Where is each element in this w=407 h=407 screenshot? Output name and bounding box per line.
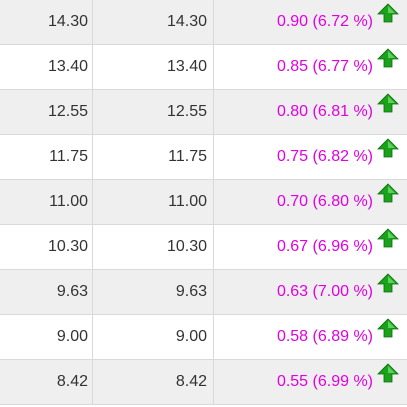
table-row: 9.00 9.00 0.58 (6.89 %) — [0, 315, 407, 360]
change-cell: 0.90 (6.72 %) — [214, 0, 407, 44]
table-row: 11.00 11.00 0.70 (6.80 %) — [0, 180, 407, 225]
price-cell: 13.40 — [0, 45, 93, 89]
change-cell: 0.80 (6.81 %) — [214, 90, 407, 134]
price-cell: 11.00 — [93, 180, 214, 224]
price-cell: 14.30 — [93, 0, 214, 44]
change-value: 0.63 (7.00 %) — [276, 283, 373, 300]
up-arrow-icon — [377, 318, 399, 338]
table-row: 14.30 14.30 0.90 (6.72 %) — [0, 0, 407, 45]
up-arrow-icon — [377, 93, 399, 113]
price-cell: 11.75 — [0, 135, 93, 179]
change-value: 0.67 (6.96 %) — [276, 238, 373, 255]
table-row: 9.63 9.63 0.63 (7.00 %) — [0, 270, 407, 315]
change-cell: 0.75 (6.82 %) — [214, 135, 407, 179]
change-value: 0.58 (6.89 %) — [276, 328, 373, 345]
up-arrow-icon — [377, 228, 399, 248]
price-cell: 10.30 — [93, 225, 214, 269]
change-value: 0.75 (6.82 %) — [276, 148, 373, 165]
price-cell: 8.42 — [93, 360, 214, 404]
price-cell: 9.63 — [0, 270, 93, 314]
price-cell: 12.55 — [93, 90, 214, 134]
up-arrow-icon — [377, 363, 399, 383]
change-value: 0.85 (6.77 %) — [276, 58, 373, 75]
table-row: 13.40 13.40 0.85 (6.77 %) — [0, 45, 407, 90]
price-cell: 13.40 — [93, 45, 214, 89]
change-cell: 0.67 (6.96 %) — [214, 225, 407, 269]
up-arrow-icon — [377, 138, 399, 158]
change-cell: 0.70 (6.80 %) — [214, 180, 407, 224]
table-row: 12.55 12.55 0.80 (6.81 %) — [0, 90, 407, 135]
price-cell: 8.42 — [0, 360, 93, 404]
change-value: 0.70 (6.80 %) — [276, 193, 373, 210]
up-arrow-icon — [377, 273, 399, 293]
change-value: 0.55 (6.99 %) — [276, 373, 373, 390]
table-row: 8.42 8.42 0.55 (6.99 %) — [0, 360, 407, 405]
price-cell: 14.30 — [0, 0, 93, 44]
price-cell: 11.75 — [93, 135, 214, 179]
change-cell: 0.63 (7.00 %) — [214, 270, 407, 314]
change-value: 0.90 (6.72 %) — [276, 13, 373, 30]
price-cell: 9.00 — [93, 315, 214, 359]
change-cell: 0.85 (6.77 %) — [214, 45, 407, 89]
price-cell: 9.00 — [0, 315, 93, 359]
up-arrow-icon — [377, 3, 399, 23]
up-arrow-icon — [377, 48, 399, 68]
price-cell: 9.63 — [93, 270, 214, 314]
change-cell: 0.55 (6.99 %) — [214, 360, 407, 404]
table-row: 11.75 11.75 0.75 (6.82 %) — [0, 135, 407, 180]
change-value: 0.80 (6.81 %) — [276, 103, 373, 120]
table-row: 10.30 10.30 0.67 (6.96 %) — [0, 225, 407, 270]
change-cell: 0.58 (6.89 %) — [214, 315, 407, 359]
price-cell: 12.55 — [0, 90, 93, 134]
price-table: 14.30 14.30 0.90 (6.72 %) 13.40 13.40 0.… — [0, 0, 407, 407]
price-cell: 10.30 — [0, 225, 93, 269]
up-arrow-icon — [377, 183, 399, 203]
price-cell: 11.00 — [0, 180, 93, 224]
